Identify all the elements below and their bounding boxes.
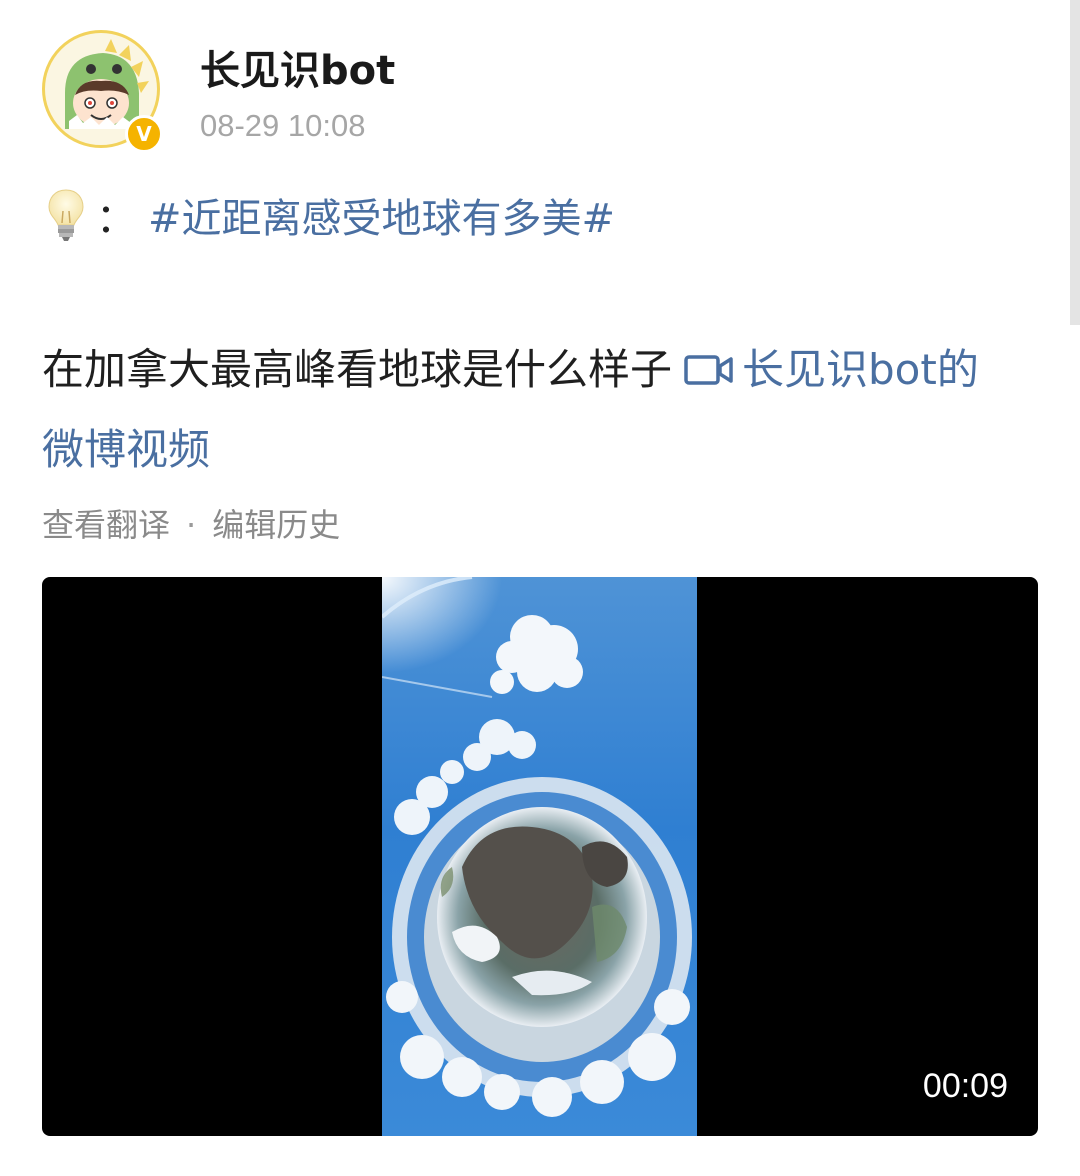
video-player[interactable]: 00:09 <box>42 577 1038 1136</box>
video-thumbnail <box>382 577 697 1136</box>
video-camera-icon <box>684 355 733 385</box>
translate-link[interactable]: 查看翻译 <box>42 506 170 544</box>
scrollbar[interactable] <box>1070 0 1080 325</box>
post-content: 在加拿大最高峰看地球是什么样子 长见识bot的微博视频 <box>42 330 992 490</box>
topic-line: ： #近距离感受地球有多美# <box>46 185 615 245</box>
light-bulb-icon <box>48 189 84 241</box>
topic-separator: ： <box>96 196 136 242</box>
actions-separator: · <box>186 506 197 544</box>
author-name[interactable]: 长见识bot <box>200 38 395 96</box>
video-duration: 00:09 <box>922 1067 1008 1105</box>
post-timestamp: 08-29 10:08 <box>200 108 366 143</box>
verified-badge: V <box>125 115 163 153</box>
post-text: 在加拿大最高峰看地球是什么样子 <box>42 345 673 394</box>
hashtag-link[interactable]: #近距离感受地球有多美# <box>148 186 615 244</box>
post-actions: 查看翻译 · 编辑历史 <box>42 500 340 546</box>
edit-history-link[interactable]: 编辑历史 <box>212 506 340 544</box>
